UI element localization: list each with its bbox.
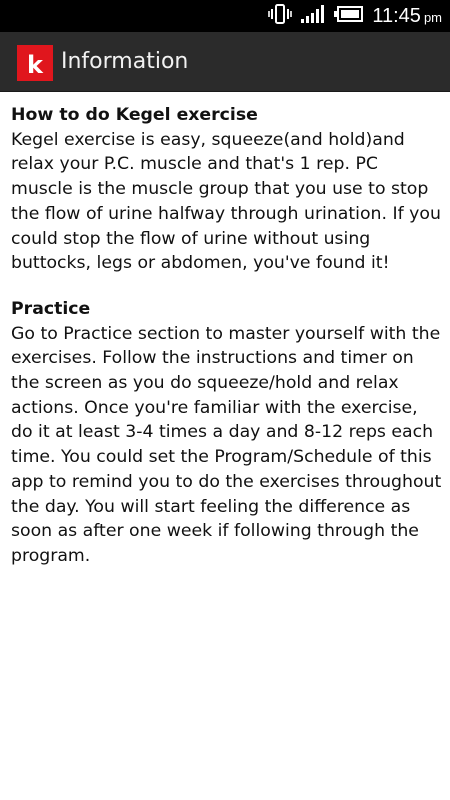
- app-logo-icon[interactable]: k: [17, 45, 53, 81]
- information-content: How to do Kegel exercise Kegel exercise …: [11, 103, 443, 569]
- section-title: How to do Kegel exercise: [11, 105, 258, 125]
- section-how-to: How to do Kegel exercise Kegel exercise …: [11, 103, 443, 276]
- status-clock: 11:45 pm: [372, 5, 442, 28]
- status-icons: 11:45 pm: [268, 0, 442, 32]
- status-bar: 11:45 pm: [0, 0, 450, 32]
- status-ampm: pm: [423, 9, 442, 25]
- section-title: Practice: [11, 298, 91, 319]
- section-body: Go to Practice section to master yoursel…: [11, 323, 442, 566]
- app-bar: k Information: [0, 32, 450, 92]
- battery-icon: [334, 5, 364, 27]
- section-body: Kegel exercise is easy, squeeze(and hold…: [11, 129, 441, 274]
- section-practice: Practice Go to Practice section to maste…: [11, 297, 443, 569]
- page-title: Information: [61, 49, 189, 74]
- vibrate-icon: [268, 3, 293, 29]
- app-logo-letter: k: [27, 51, 43, 79]
- signal-icon: [300, 4, 326, 28]
- status-time: 11:45: [372, 4, 421, 27]
